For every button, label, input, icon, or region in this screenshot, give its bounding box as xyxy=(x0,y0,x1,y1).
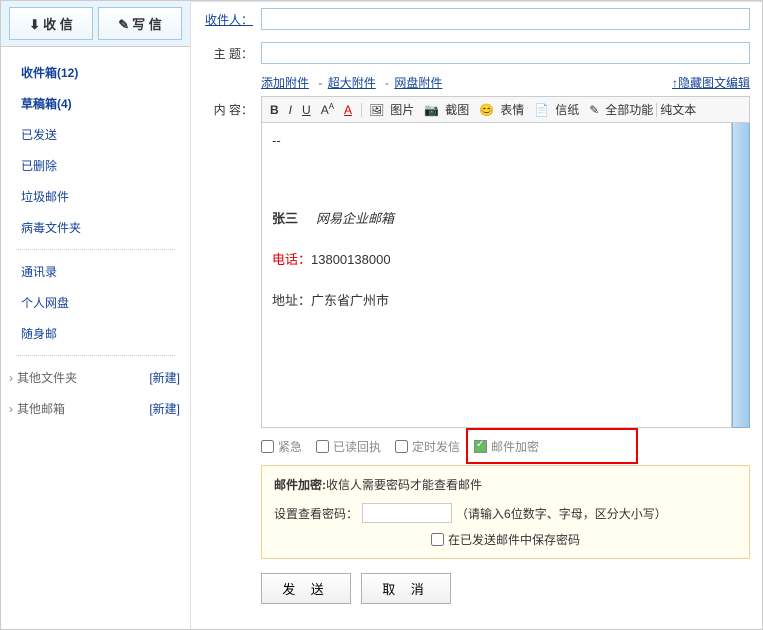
hide-richedit-link[interactable]: ↑隐藏图文编辑 xyxy=(672,74,750,91)
paper-icon[interactable]: 📄 xyxy=(530,101,553,119)
add-attachment-link[interactable]: 添加附件 xyxy=(261,76,309,90)
chevron-right-icon: › xyxy=(9,402,13,416)
urgent-option[interactable]: 紧急 xyxy=(261,438,302,455)
compose-panel: 收件人： 主 题： 添加附件 - 超大附件 - 网盘附件 ↑隐藏图文编辑 内 容… xyxy=(191,1,762,629)
editor-scrollbar[interactable] xyxy=(732,123,750,428)
sidebar-item-netdisk[interactable]: 个人网盘 xyxy=(1,287,190,318)
encrypt-option[interactable]: 邮件加密 xyxy=(474,438,539,455)
fontcolor-icon[interactable]: A xyxy=(340,101,356,119)
signature-name: 张三网易企业邮箱 xyxy=(272,208,721,227)
cancel-button[interactable]: 取 消 xyxy=(361,573,451,604)
save-password-checkbox[interactable] xyxy=(431,533,444,546)
password-input[interactable] xyxy=(362,503,452,523)
bold-icon[interactable]: B xyxy=(266,101,283,119)
encrypt-checkbox[interactable] xyxy=(474,440,487,453)
signature-tel: 电话：13800138000 xyxy=(272,249,721,268)
netdisk-attachment-link[interactable]: 网盘附件 xyxy=(394,76,442,90)
fontsize-icon[interactable]: AA xyxy=(317,100,338,119)
screenshot-icon[interactable]: 📷 xyxy=(420,101,443,119)
full-btn[interactable]: 全部功能 xyxy=(605,101,653,118)
new-folder-link[interactable]: [新建] xyxy=(149,369,180,386)
subject-input[interactable] xyxy=(261,42,750,64)
sidebar-item-inbox[interactable]: 收件箱(12) xyxy=(1,57,190,88)
subject-label: 主 题： xyxy=(203,45,253,62)
send-button[interactable]: 发 送 xyxy=(261,573,351,604)
image-btn[interactable]: 图片 xyxy=(390,101,414,118)
content-label: 内 容： xyxy=(203,101,253,118)
sidebar-item-virus[interactable]: 病毒文件夹 xyxy=(1,212,190,243)
receipt-checkbox[interactable] xyxy=(316,440,329,453)
italic-icon[interactable]: I xyxy=(285,101,296,119)
pw-hint: （请输入6位数字、字母，区分大小写） xyxy=(456,505,667,522)
screenshot-btn[interactable]: 截图 xyxy=(445,101,469,118)
save-password-label: 在已发送邮件中保存密码 xyxy=(448,531,580,548)
encrypt-panel: 邮件加密:收信人需要密码才能查看邮件 设置查看密码： （请输入6位数字、字母，区… xyxy=(261,465,750,559)
sidebar-item-deleted[interactable]: 已删除 xyxy=(1,150,190,181)
timed-checkbox[interactable] xyxy=(395,440,408,453)
receive-button[interactable]: ⬇收 信 xyxy=(9,7,93,40)
chevron-right-icon: › xyxy=(9,371,13,385)
edit-icon: ✎ xyxy=(118,17,129,32)
sidebar-item-drafts[interactable]: 草稿箱(4) xyxy=(1,88,190,119)
underline-icon[interactable]: U xyxy=(298,101,315,119)
sidebar-item-mobile[interactable]: 随身邮 xyxy=(1,318,190,349)
download-icon: ⬇ xyxy=(29,17,40,32)
image-icon[interactable]: 🖼 xyxy=(365,101,388,119)
sidebar-expand-folders[interactable]: ›其他文件夹 [新建] xyxy=(1,362,190,393)
compose-button[interactable]: ✎写 信 xyxy=(98,7,182,40)
plaintext-btn[interactable]: 纯文本 xyxy=(660,101,696,118)
pw-label: 设置查看密码： xyxy=(274,505,358,522)
wand-icon[interactable]: ✎ xyxy=(585,101,603,119)
timed-option[interactable]: 定时发信 xyxy=(395,438,460,455)
signature-divider: -- xyxy=(272,133,721,148)
large-attachment-link[interactable]: 超大附件 xyxy=(328,76,376,90)
new-mailbox-link[interactable]: [新建] xyxy=(149,400,180,417)
urgent-checkbox[interactable] xyxy=(261,440,274,453)
emoji-btn[interactable]: 表情 xyxy=(500,101,524,118)
editor-toolbar: B I U AA A 🖼图片 📷截图 😊表情 📄信纸 ✎全部功能 纯文本 xyxy=(261,96,750,123)
sidebar: ⬇收 信 ✎写 信 收件箱(12) 草稿箱(4) 已发送 已删除 垃圾邮件 病毒… xyxy=(1,1,191,629)
sidebar-item-sent[interactable]: 已发送 xyxy=(1,119,190,150)
paper-btn[interactable]: 信纸 xyxy=(555,101,579,118)
signature-addr: 地址：广东省广州市 xyxy=(272,290,721,309)
receipt-option[interactable]: 已读回执 xyxy=(316,438,381,455)
to-input[interactable] xyxy=(261,8,750,30)
sidebar-expand-mailboxes[interactable]: ›其他邮箱 [新建] xyxy=(1,393,190,424)
to-label[interactable]: 收件人： xyxy=(203,11,253,28)
sidebar-item-contacts[interactable]: 通讯录 xyxy=(1,256,190,287)
sidebar-item-spam[interactable]: 垃圾邮件 xyxy=(1,181,190,212)
emoji-icon[interactable]: 😊 xyxy=(475,101,498,119)
editor-body[interactable]: -- 张三网易企业邮箱 电话：13800138000 地址：广东省广州市 xyxy=(261,123,732,428)
